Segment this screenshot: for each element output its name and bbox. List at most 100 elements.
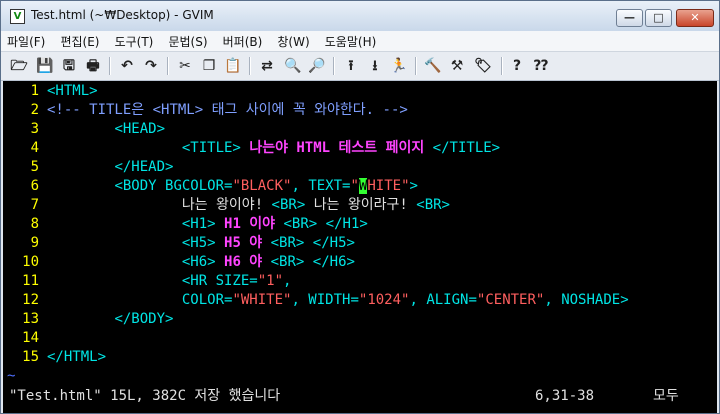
line-number: 8 <box>30 216 39 232</box>
redo-icon[interactable]: ↷ <box>141 56 161 76</box>
code-token: 나는 왕이야! <box>181 197 272 213</box>
code-line[interactable]: 5 </HEAD> <box>3 158 717 177</box>
code-token: 나는야 HTML 테스트 페이지 <box>249 140 425 156</box>
toolbar-separator <box>167 57 169 75</box>
editor-text-area[interactable]: 1 <HTML> 2 <!-- TITLE은 <HTML> 태그 사이에 꼭 와야한다… <box>3 81 717 383</box>
menu-buffers[interactable]: 버퍼(B) <box>217 32 267 52</box>
code-token: <BR> <box>270 235 305 251</box>
code-token: " <box>350 178 359 194</box>
help-search-icon[interactable]: ⁇ <box>531 56 551 76</box>
code-token: > <box>409 178 418 194</box>
line-number: 1 <box>30 83 39 99</box>
line-number: 14 <box>22 330 39 346</box>
tag-jump-icon[interactable]: 🏷 <box>473 56 493 76</box>
code-line[interactable]: 14 <box>3 329 717 348</box>
code-token: <BR> <box>416 197 450 213</box>
code-line[interactable]: 9 <H5> H5 야 <BR> </H5> <box>3 234 717 253</box>
toolbar: 🗁 💾 🖫 🖶 ↶ ↷ ✂ ❐ 📋 ⇄ 🔍 🔎 ⭱ ⭳ 🏃 🔨 ⚒ 🏷 ? ⁇ <box>1 52 719 81</box>
menu-file[interactable]: 파일(F) <box>1 32 49 52</box>
code-token: HITE" <box>367 178 410 194</box>
code-token: <HR SIZE= <box>181 273 258 289</box>
code-line[interactable]: 4 <TITLE> 나는야 HTML 테스트 페이지 </TITLE> <box>3 139 717 158</box>
line-number: 7 <box>30 197 39 213</box>
ctags-icon[interactable]: ⚒ <box>447 56 467 76</box>
toolbar-separator <box>333 57 335 75</box>
code-token: , ALIGN= <box>409 292 477 308</box>
title-bar[interactable]: V Test.html (~₩Desktop) - GVIM — □ ✕ <box>1 1 719 32</box>
code-token: "CENTER" <box>476 292 545 308</box>
code-line[interactable]: 3 <HEAD> <box>3 120 717 139</box>
code-token: <BR> <box>270 254 305 270</box>
toolbar-separator <box>249 57 251 75</box>
command-line[interactable]: "Test.html" 15L, 382C 저장 했습니다 6,31-38 모두 <box>3 383 717 413</box>
paste-icon[interactable]: 📋 <box>223 56 243 76</box>
code-token: <BR> <box>283 216 318 232</box>
line-number: 5 <box>30 159 39 175</box>
menu-help[interactable]: 도움말(H) <box>319 32 381 52</box>
code-line[interactable]: 7 나는 왕이야! <BR> 나는 왕이라구! <BR> <box>3 196 717 215</box>
code-token: , NOSHADE> <box>544 292 629 308</box>
find-replace-icon[interactable]: ⇄ <box>257 56 277 76</box>
line-number: 10 <box>22 254 39 270</box>
code-token: "1024" <box>358 292 410 308</box>
code-token: <!-- TITLE은 <HTML> 태그 사이에 꼭 와야한다. --> <box>47 102 408 118</box>
help-icon[interactable]: ? <box>507 56 527 76</box>
window-title: Test.html (~₩Desktop) - GVIM <box>31 8 214 22</box>
close-button[interactable]: ✕ <box>676 9 714 27</box>
menu-window[interactable]: 창(W) <box>271 32 313 52</box>
code-token: H1 이야 <box>224 216 276 232</box>
make-icon[interactable]: 🔨 <box>423 56 443 76</box>
code-line[interactable]: 15 </HTML> <box>3 348 717 367</box>
run-script-icon[interactable]: 🏃 <box>389 56 409 76</box>
code-token: "WHITE" <box>232 292 292 308</box>
code-line[interactable]: 12 COLOR="WHITE", WIDTH="1024", ALIGN="C… <box>3 291 717 310</box>
code-line[interactable]: 10 <H6> H6 야 <BR> </H6> <box>3 253 717 272</box>
line-number: 12 <box>22 292 39 308</box>
code-token: , TEXT= <box>291 178 351 194</box>
code-line[interactable]: 8 <H1> H1 이야 <BR> </H1> <box>3 215 717 234</box>
code-line[interactable]: 13 </BODY> <box>3 310 717 329</box>
open-icon[interactable]: 🗁 <box>9 56 29 76</box>
undo-icon[interactable]: ↶ <box>117 56 137 76</box>
menu-tools[interactable]: 도구(T) <box>109 32 158 52</box>
code-line[interactable]: 2 <!-- TITLE은 <HTML> 태그 사이에 꼭 와야한다. --> <box>3 101 717 120</box>
maximize-button[interactable]: □ <box>645 9 672 27</box>
line-number: 4 <box>30 140 39 156</box>
code-token: <BR> <box>271 197 306 213</box>
code-line[interactable]: 6 <BODY BGCOLOR="BLACK", TEXT="WHITE"> <box>3 177 717 196</box>
code-token: H5 야 <box>224 235 263 251</box>
code-line[interactable]: 1 <HTML> <box>3 82 717 101</box>
minimize-button[interactable]: — <box>616 9 643 27</box>
save-all-icon[interactable]: 🖫 <box>59 56 79 76</box>
code-token: 나는 왕이라구! <box>305 197 417 213</box>
code-token: <TITLE> <box>181 140 241 156</box>
copy-icon[interactable]: ❐ <box>199 56 219 76</box>
menu-edit[interactable]: 편집(E) <box>54 32 103 52</box>
load-session-icon[interactable]: ⭱ <box>341 56 361 76</box>
print-icon[interactable]: 🖶 <box>83 56 103 76</box>
code-token: "BLACK" <box>232 178 292 194</box>
find-next-icon[interactable]: 🔍 <box>283 56 303 76</box>
code-token: </HTML> <box>47 349 107 365</box>
code-line[interactable]: 11 <HR SIZE="1", <box>3 272 717 291</box>
menu-syntax[interactable]: 문법(S) <box>162 32 211 52</box>
find-prev-icon[interactable]: 🔎 <box>307 56 327 76</box>
save-icon[interactable]: 💾 <box>35 56 55 76</box>
code-token: <HEAD> <box>114 121 166 137</box>
save-session-icon[interactable]: ⭳ <box>365 56 385 76</box>
line-number: 2 <box>30 102 39 118</box>
cut-icon[interactable]: ✂ <box>175 56 195 76</box>
cursor-position: 6,31-38 <box>535 388 595 404</box>
